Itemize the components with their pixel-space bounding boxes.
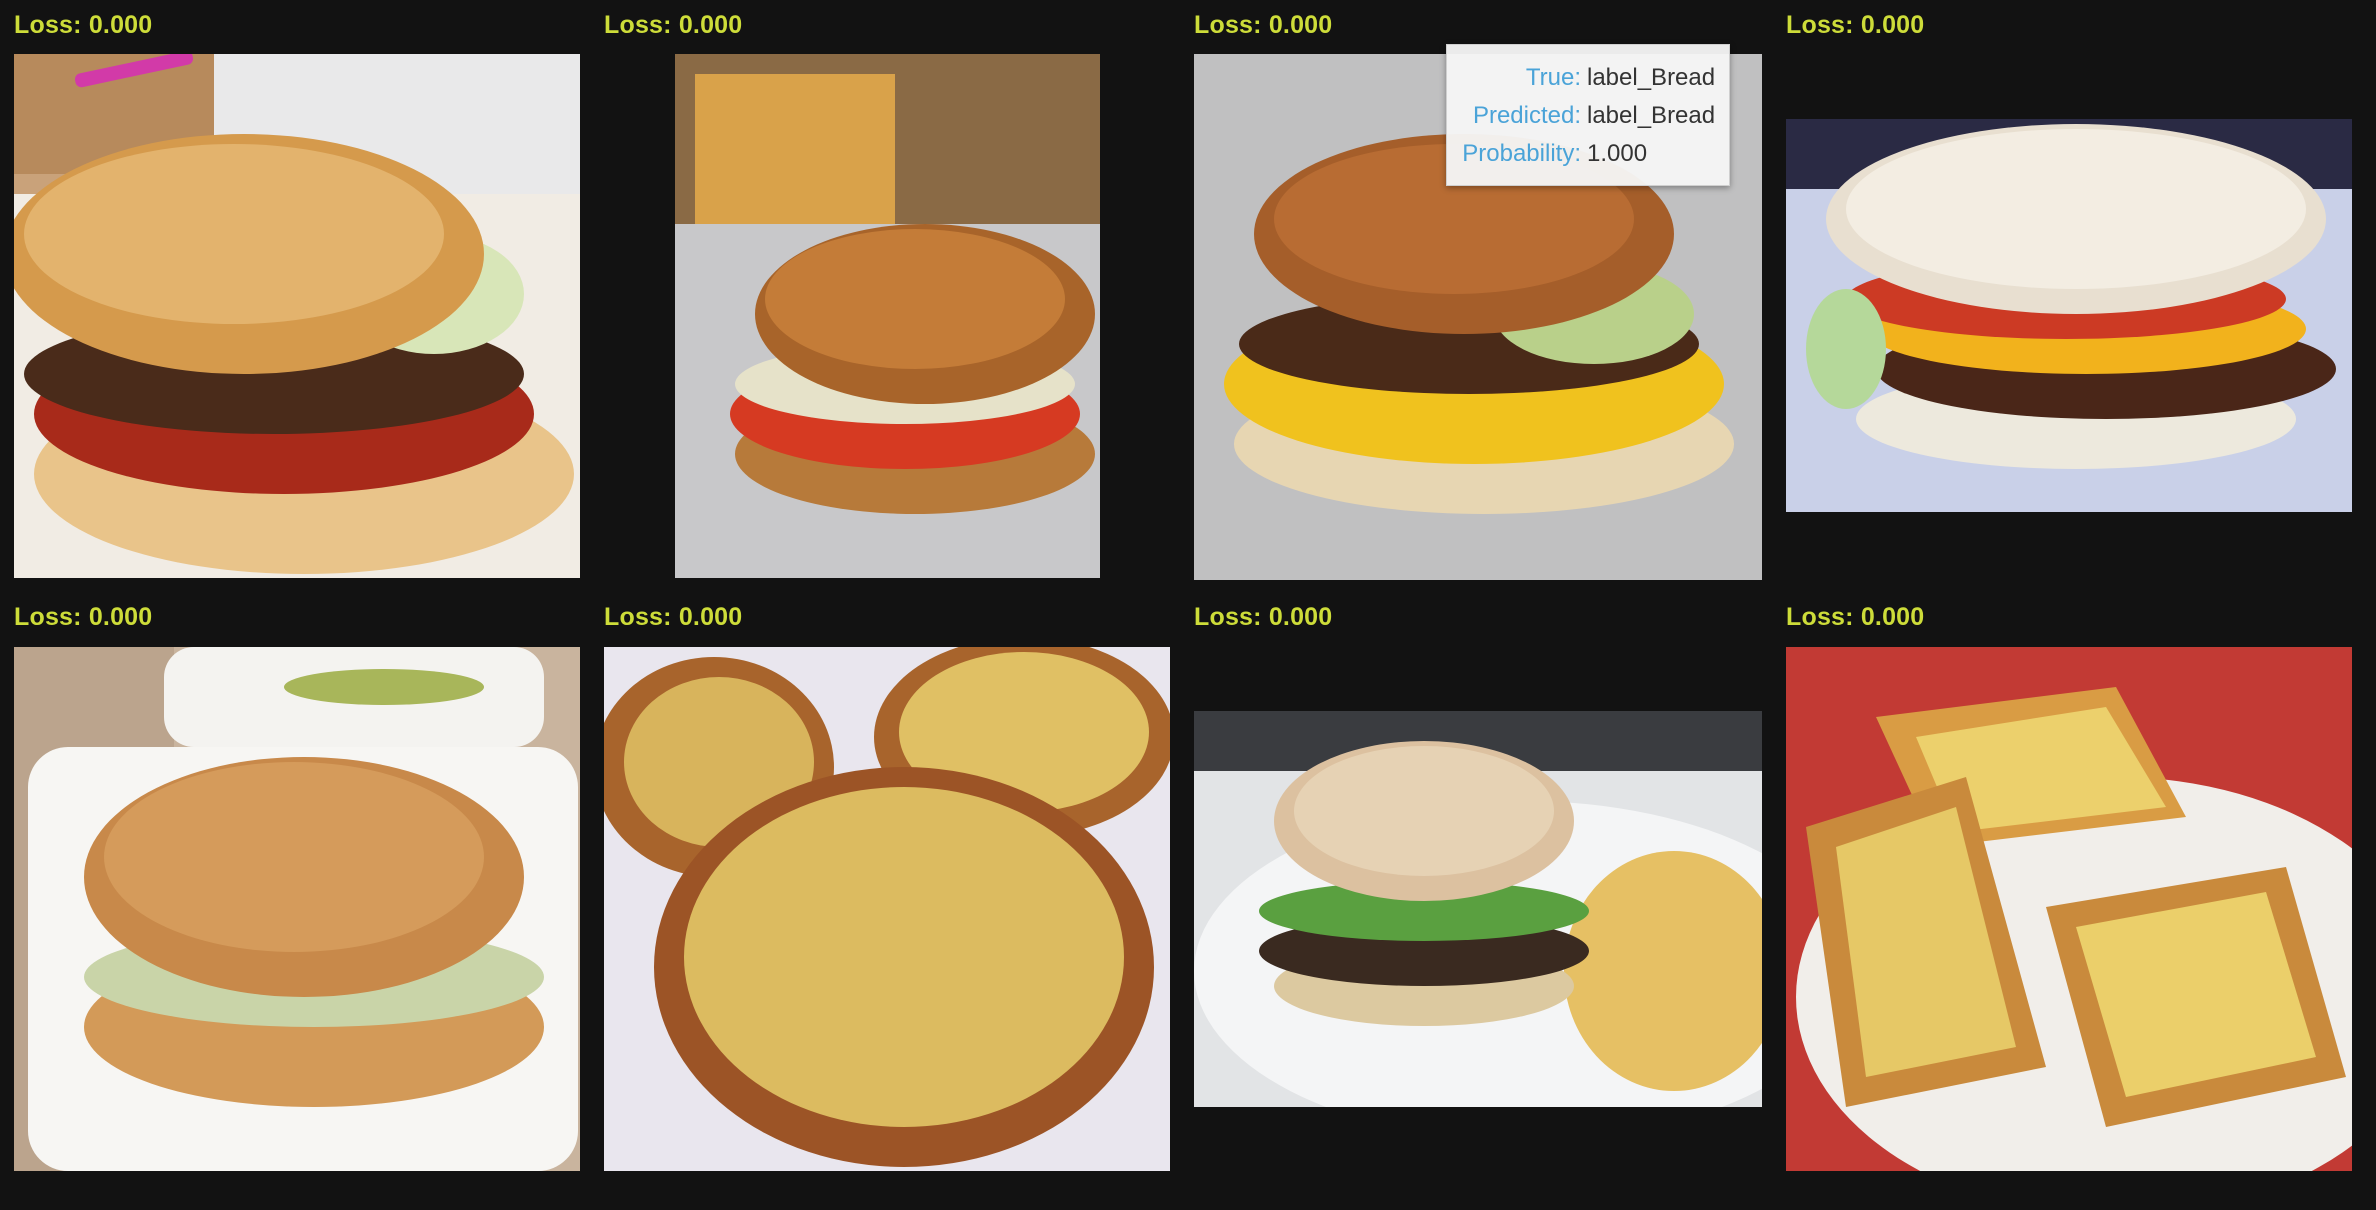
burger-on-desk-photo[interactable]: [14, 54, 580, 578]
tooltip-predicted-row: Predicted: label_Bread: [1447, 97, 1729, 135]
burger-with-fries-on-foil-photo[interactable]: [675, 54, 1100, 578]
loss-label: Loss: 0.000: [14, 603, 153, 631]
tooltip-predicted-key: Predicted:: [1472, 102, 1581, 129]
tooltip-probability-key: Probability:: [1462, 140, 1581, 167]
tooltip-probability-value: 1.000: [1587, 140, 1648, 167]
grid-cell-7: Loss: 0.000: [1194, 592, 1762, 1172]
grid-cell-4: Loss: 0.000: [1786, 0, 2352, 580]
grid-cell-8: Loss: 0.000: [1786, 592, 2352, 1172]
grid-cell-5: Loss: 0.000: [14, 592, 580, 1172]
burger-and-fries-plate-photo[interactable]: [1194, 711, 1762, 1107]
loss-label: Loss: 0.000: [1194, 11, 1333, 39]
grid-cell-2: Loss: 0.000: [604, 0, 1170, 580]
loss-label: Loss: 0.000: [604, 11, 743, 39]
loss-label: Loss: 0.000: [604, 603, 743, 631]
tooltip-true-key: True:: [1525, 64, 1581, 91]
tooltip-true-value: label_Bread: [1587, 64, 1716, 91]
loss-label: Loss: 0.000: [1194, 603, 1333, 631]
prediction-tooltip: True: label_Bread Predicted: label_Bread…: [1446, 44, 1730, 186]
bacon-cheeseburger-photo[interactable]: [1786, 119, 2352, 512]
garlic-bread-basket-photo[interactable]: [604, 647, 1170, 1171]
loss-label: Loss: 0.000: [14, 11, 153, 39]
burger-in-takeout-box-photo[interactable]: [14, 647, 580, 1171]
garlic-toast-plate-photo[interactable]: [1786, 647, 2352, 1171]
tooltip-predicted-value: label_Bread: [1587, 102, 1716, 129]
loss-label: Loss: 0.000: [1786, 603, 1925, 631]
loss-label: Loss: 0.000: [1786, 11, 1925, 39]
tooltip-true-row: True: label_Bread: [1447, 59, 1729, 97]
grid-cell-6: Loss: 0.000: [604, 592, 1170, 1172]
grid-cell-1: Loss: 0.000: [14, 0, 580, 580]
tooltip-probability-row: Probability: 1.000: [1447, 135, 1729, 173]
